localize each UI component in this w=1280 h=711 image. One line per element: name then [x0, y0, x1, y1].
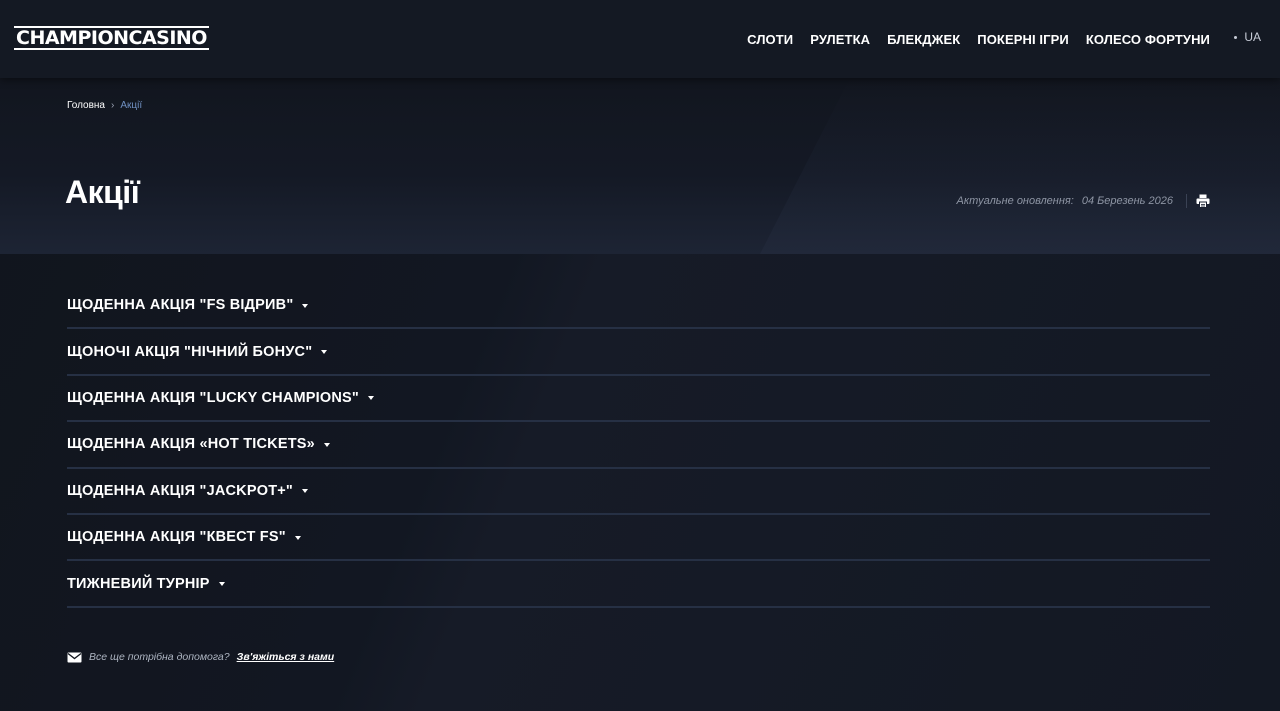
caret-down-icon — [294, 535, 301, 540]
accordion-item-label: ЩОДЕННА АКЦІЯ «HOT TICKETS» — [67, 436, 315, 453]
breadcrumb-separator: › — [111, 100, 115, 111]
last-updated-date: 04 Березень 2026 — [1081, 195, 1173, 207]
caret-down-icon — [367, 396, 374, 401]
nav-item-roulette[interactable]: РУЛЕТКА — [810, 32, 870, 47]
contact-us-link[interactable]: Зв'яжіться з нами — [237, 651, 335, 663]
accordion-item[interactable]: ЩОДЕННА АКЦІЯ "FS ВІДРИВ" — [67, 283, 1210, 330]
accordion-item[interactable]: ЩОНОЧІ АКЦІЯ "НІЧНИЙ БОНУС" — [67, 329, 1210, 376]
accordion-item-label: ЩОДЕННА АКЦІЯ "FS ВІДРИВ" — [67, 297, 294, 314]
page-hero: Головна › Акції Акції Актуальне оновленн… — [0, 78, 1280, 254]
caret-down-icon — [302, 303, 309, 308]
language-dot-icon — [1234, 35, 1238, 39]
accordion-item[interactable]: ЩОДЕННА АКЦІЯ "JACKPOT+" — [67, 469, 1210, 515]
accordion-item-label: ЩОНОЧІ АКЦІЯ "НІЧНИЙ БОНУС" — [67, 343, 313, 360]
accordion-item[interactable]: ЩОДЕННА АКЦІЯ «HOT TICKETS» — [67, 422, 1210, 469]
nav-item-slots[interactable]: СЛОТИ — [747, 32, 793, 47]
accordion-item-label: ЩОДЕННА АКЦІЯ "LUCKY CHAMPIONS" — [67, 389, 359, 406]
language-switcher[interactable]: UA — [1234, 30, 1261, 44]
promotions-accordion: ЩОДЕННА АКЦІЯ "FS ВІДРИВ" ЩОНОЧІ АКЦІЯ "… — [67, 283, 1210, 608]
help-text: Все ще потрібна допомога? — [89, 651, 230, 663]
mail-icon — [67, 652, 82, 662]
logo-text: ChampionCasino — [14, 25, 209, 50]
breadcrumb-home[interactable]: Головна — [67, 100, 105, 111]
champion-casino-logo[interactable]: ChampionCasino — [14, 24, 221, 51]
accordion-item[interactable]: ТИЖНЕВИЙ ТУРНІР — [67, 561, 1210, 608]
nav-item-blackjack[interactable]: БЛЕКДЖЕК — [887, 32, 960, 47]
caret-down-icon — [302, 489, 309, 494]
page-title: Акції — [65, 174, 140, 210]
nav-item-wheel-of-fortune[interactable]: КОЛЕСО ФОРТУНИ — [1086, 32, 1210, 47]
accordion-item[interactable]: ЩОДЕННА АКЦІЯ "LUCKY CHAMPIONS" — [67, 376, 1210, 423]
caret-down-icon — [218, 582, 225, 587]
language-label: UA — [1244, 30, 1261, 44]
accordion-item[interactable]: ЩОДЕННА АКЦІЯ "КВЕСТ FS" — [67, 515, 1210, 562]
help-contact: Все ще потрібна допомога? Зв'яжіться з н… — [67, 651, 334, 663]
accordion-item-label: ЩОДЕННА АКЦІЯ "КВЕСТ FS" — [67, 529, 286, 546]
printer-icon[interactable] — [1196, 194, 1210, 208]
main-nav: СЛОТИ РУЛЕТКА БЛЕКДЖЕК ПОКЕРНІ ІГРИ КОЛЕ… — [747, 0, 1210, 78]
accordion-item-label: ТИЖНЕВИЙ ТУРНІР — [67, 575, 210, 592]
caret-down-icon — [323, 442, 330, 447]
nav-item-poker-games[interactable]: ПОКЕРНІ ІГРИ — [977, 32, 1069, 47]
breadcrumb-current: Акції — [120, 100, 143, 111]
last-updated-label: Актуальне оновлення: — [956, 195, 1074, 207]
header-divider — [1186, 194, 1187, 208]
last-updated: Актуальне оновлення: 04 Березень 2026 — [957, 195, 1173, 207]
accordion-item-label: ЩОДЕННА АКЦІЯ "JACKPOT+" — [67, 482, 294, 499]
breadcrumb: Головна › Акції — [67, 100, 142, 111]
site-header: ChampionCasino СЛОТИ РУЛЕТКА БЛЕКДЖЕК ПО… — [0, 0, 1280, 78]
caret-down-icon — [321, 350, 328, 355]
